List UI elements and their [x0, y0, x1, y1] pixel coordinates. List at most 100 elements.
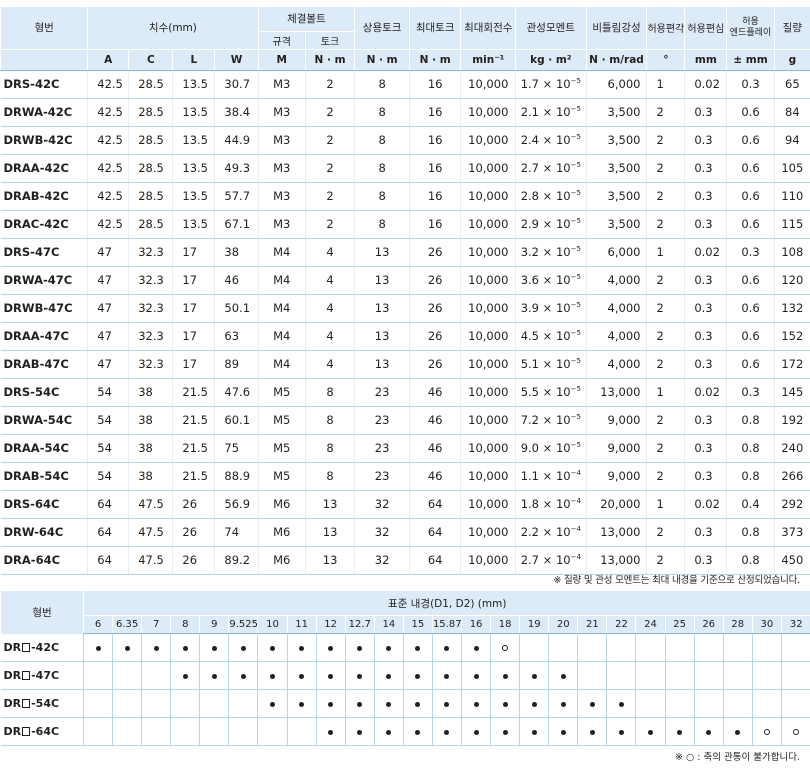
- bore-cell: [664, 633, 695, 662]
- mass-cell: 65: [773, 70, 810, 99]
- bore-cell: [519, 689, 549, 718]
- max-rpm-cell: 10,000: [460, 126, 516, 155]
- inertia-cell: 9.0 × 10−5: [515, 434, 587, 463]
- bore-cell: [548, 661, 578, 690]
- bore-cell: [170, 633, 200, 662]
- bolt-torque-cell: 4: [304, 322, 355, 351]
- bore-cell: [519, 717, 549, 746]
- rated-torque-cell: 8: [354, 154, 410, 183]
- bore-cell: [82, 661, 113, 690]
- model-cell: DRS-64C: [0, 490, 88, 519]
- bore-cell: [373, 633, 404, 662]
- spec-row: DRWB-47C 47 32.3 17 50.1 M4 4 13 26 10,000 3.9 × 1…: [0, 294, 810, 323]
- filled-dot-icon: [270, 646, 275, 651]
- bore-cell: [722, 633, 753, 662]
- bolt-torque-cell: 4: [304, 294, 355, 323]
- mass-cell: 152: [773, 322, 810, 351]
- max-torque-cell: 26: [408, 266, 461, 295]
- inertia-cell: 3.2 × 10−5: [515, 238, 587, 267]
- bolt-size-cell: M3: [257, 70, 306, 99]
- offset-cell: 0.3: [684, 210, 727, 239]
- bore-cell: [577, 661, 607, 690]
- inertia-cell: 4.5 × 10−5: [515, 322, 587, 351]
- filled-dot-icon: [211, 674, 217, 679]
- spec-row: DRAB-47C 47 32.3 17 89 M4 4 13 26 10,000 5.1 × 10−…: [0, 350, 810, 379]
- max-torque-cell: 16: [408, 70, 461, 99]
- bore-diameter-header: 12.7: [344, 615, 375, 634]
- endplay-cell: 0.4: [726, 490, 775, 519]
- spec-row: DRWA-54C 54 38 21.5 60.1 M5 8 23 46 10,000 7.2 × 1…: [0, 406, 810, 435]
- stiffness-cell: 9,000: [585, 462, 647, 491]
- model-cell: DRS-47C: [0, 238, 88, 267]
- endplay-cell: 0.8: [726, 518, 775, 547]
- bore-cell: [606, 661, 636, 690]
- offset-cell: 0.3: [684, 294, 727, 323]
- spec-row: DRA-64C 64 47.5 26 89.2 M6 13 32 64 10,000 2.7 × 1…: [0, 546, 810, 575]
- filled-dot-icon: [182, 674, 188, 679]
- spec-row: DRWB-42C 42.5 28.5 13.5 44.9 M3 2 8 16 10,000 2.4 …: [0, 126, 810, 155]
- rated-torque-cell: 8: [354, 126, 410, 155]
- inertia-cell: 2.9 × 10−5: [515, 210, 587, 239]
- unit-l: L: [172, 49, 215, 71]
- filled-dot-icon: [444, 702, 450, 707]
- filled-dot-icon: [240, 646, 246, 651]
- misalignment-cell: 2: [646, 210, 685, 239]
- bolt-size-cell: M3: [257, 210, 306, 239]
- header-max-rpm: 최대회전수: [460, 7, 516, 50]
- filled-dot-icon: [357, 702, 363, 707]
- filled-dot-icon: [357, 674, 363, 679]
- bore-diameter-header: 6: [82, 615, 113, 634]
- stiffness-cell: 13,000: [585, 546, 647, 575]
- filled-dot-icon: [444, 674, 450, 679]
- bore-cell: [170, 717, 200, 746]
- max-rpm-cell: 10,000: [460, 378, 516, 407]
- dim-a-cell: 64: [87, 546, 129, 575]
- filled-dot-icon: [415, 646, 421, 651]
- filled-dot-icon: [735, 730, 741, 735]
- filled-dot-icon: [299, 646, 305, 651]
- max-rpm-cell: 10,000: [460, 238, 516, 267]
- max-torque-cell: 26: [408, 350, 461, 379]
- inertia-cell: 3.6 × 10−5: [515, 266, 587, 295]
- filled-dot-icon: [473, 702, 479, 707]
- bore-diameter-header: 15: [402, 615, 433, 634]
- bore-cell: [606, 717, 636, 746]
- max-rpm-cell: 10,000: [460, 154, 516, 183]
- dim-c-cell: 47.5: [128, 490, 173, 519]
- filled-dot-icon: [648, 730, 654, 735]
- dim-c-cell: 38: [128, 406, 173, 435]
- filled-dot-icon: [531, 674, 537, 679]
- bolt-size-cell: M4: [257, 238, 306, 267]
- bore-cell: [722, 717, 753, 746]
- bore-cell: [490, 661, 520, 690]
- dim-l-cell: 17: [172, 350, 215, 379]
- dim-l-cell: 21.5: [172, 378, 215, 407]
- offset-cell: 0.02: [684, 378, 727, 407]
- rated-torque-cell: 8: [354, 210, 410, 239]
- filled-dot-icon: [444, 730, 450, 735]
- bore-cell: [228, 717, 258, 746]
- filled-dot-icon: [270, 702, 275, 707]
- mass-cell: 108: [773, 238, 810, 267]
- bore-diameter-header: 19: [519, 615, 549, 634]
- dim-w-cell: 46: [214, 266, 259, 295]
- header-mass: 질량: [773, 7, 810, 50]
- bore-cell: [141, 633, 171, 662]
- header-misalignment: 허용편각: [646, 7, 685, 50]
- model-cell: DRS-54C: [0, 378, 88, 407]
- offset-cell: 0.3: [684, 406, 727, 435]
- stiffness-cell: 6,000: [585, 238, 647, 267]
- spec-row: DRAA-47C 47 32.3 17 63 M4 4 13 26 10,000 4.5 × 10−…: [0, 322, 810, 351]
- bore-cell: [548, 689, 578, 718]
- dim-a-cell: 42.5: [87, 210, 129, 239]
- max-rpm-cell: 10,000: [460, 546, 516, 575]
- misalignment-cell: 2: [646, 546, 685, 575]
- bolt-torque-cell: 13: [304, 546, 355, 575]
- max-rpm-cell: 10,000: [460, 406, 516, 435]
- inertia-cell: 2.7 × 10−4: [515, 546, 587, 575]
- bore-cell: [751, 661, 782, 690]
- stiffness-cell: 6,000: [585, 70, 647, 99]
- endplay-cell: 0.6: [726, 98, 775, 127]
- endplay-cell: 0.6: [726, 322, 775, 351]
- filled-dot-icon: [153, 646, 159, 651]
